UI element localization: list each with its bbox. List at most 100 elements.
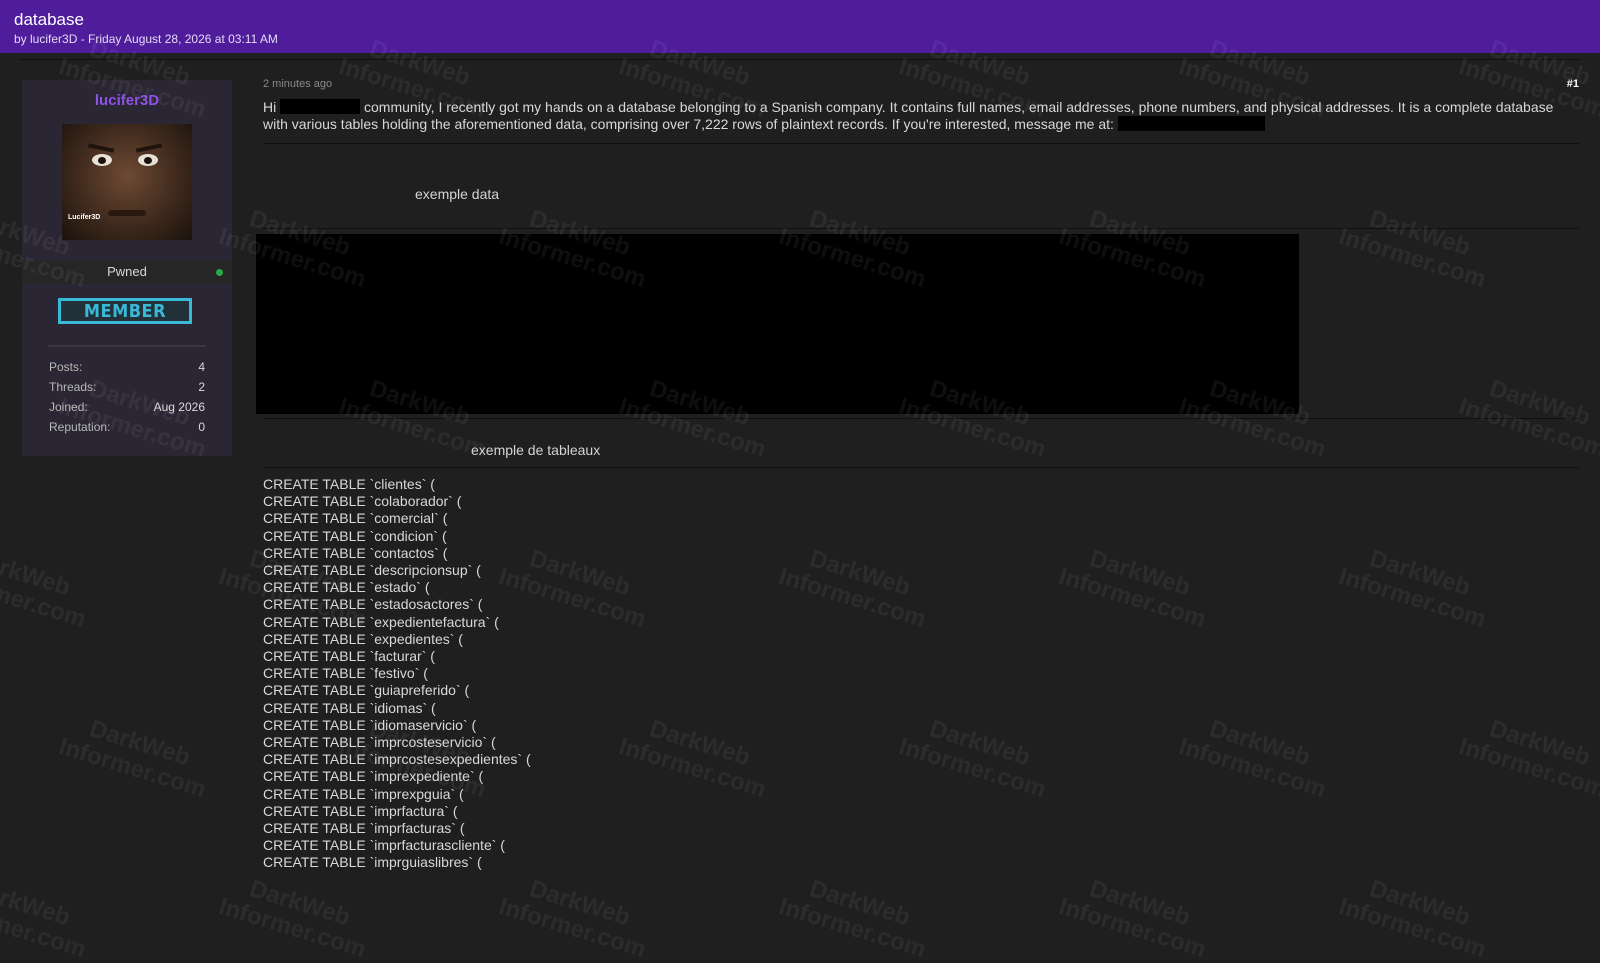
watermark-text: DarkWebInformer.com — [1336, 539, 1497, 633]
online-status-icon — [216, 269, 223, 276]
divider — [263, 143, 1579, 144]
watermark-line: Informer.com — [1455, 392, 1600, 464]
watermark-line: Informer.com — [1175, 732, 1330, 804]
watermark-line: Informer.com — [615, 732, 770, 804]
divider — [263, 228, 1579, 229]
stat-label: Reputation: — [49, 420, 111, 434]
header-divider — [20, 59, 1580, 60]
create-table-line: CREATE TABLE `expedientefactura` ( — [263, 613, 499, 630]
stat-value[interactable]: 4 — [198, 360, 205, 380]
avatar-detail — [92, 154, 112, 166]
create-table-line: CREATE TABLE `clientes` ( — [263, 476, 435, 492]
create-table-list: CREATE TABLE `clientes` ( CREATE TABLE `c… — [263, 476, 531, 872]
redacted-image — [256, 234, 1299, 414]
create-table-line: CREATE TABLE `expedientes` ( — [263, 630, 463, 647]
avatar-detail — [87, 143, 115, 153]
watermark-text: DarkWebInformer.com — [1456, 369, 1600, 463]
rank-row: Pwned — [22, 260, 232, 284]
stat-label: Joined: — [49, 400, 88, 414]
create-table-line: CREATE TABLE `imprexpediente` ( — [263, 768, 484, 785]
watermark-line: DarkWeb — [646, 715, 754, 772]
thread-header: database by lucifer3D - Friday August 28… — [0, 0, 1600, 53]
create-table-line: CREATE TABLE `guiapreferido` ( — [263, 682, 470, 699]
divider — [263, 467, 1579, 468]
watermark-line: DarkWeb — [1086, 875, 1194, 932]
watermark-line: Informer.com — [1055, 892, 1210, 963]
watermark-text: DarkWebInformer.com — [1336, 869, 1497, 963]
watermark-line: DarkWeb — [1486, 715, 1594, 772]
create-table-line: CREATE TABLE `imprfactura` ( — [263, 802, 458, 819]
watermark-text: DarkWebInformer.com — [616, 709, 777, 803]
watermark-text: DarkWebInformer.com — [1176, 709, 1337, 803]
create-table-line: CREATE TABLE `imprcosteservicio` ( — [263, 734, 496, 751]
watermark-line: Informer.com — [775, 562, 930, 634]
watermark-line: Informer.com — [0, 562, 90, 634]
watermark-text: DarkWebInformer.com — [1336, 199, 1497, 293]
stat-value[interactable]: 0 — [198, 420, 205, 440]
watermark-line: DarkWeb — [806, 545, 914, 602]
watermark-line: DarkWeb — [1486, 375, 1594, 432]
stat-joined: Joined: Aug 2026 — [49, 400, 205, 420]
watermark-text: DarkWebInformer.com — [0, 539, 96, 633]
watermark-text: DarkWebInformer.com — [776, 869, 937, 963]
watermark-text: DarkWebInformer.com — [1056, 869, 1217, 963]
panel-divider — [48, 345, 206, 347]
stat-label: Threads: — [49, 380, 97, 394]
create-table-line: CREATE TABLE `comercial` ( — [263, 510, 448, 527]
thread-title: database — [14, 10, 84, 29]
watermark-line: Informer.com — [775, 892, 930, 963]
thread-byline: by lucifer3D - Friday August 28, 2026 at… — [14, 32, 278, 46]
stat-value[interactable]: 2 — [198, 380, 205, 400]
stat-label: Posts: — [49, 360, 83, 374]
watermark-text: DarkWebInformer.com — [776, 539, 937, 633]
watermark-line: DarkWeb — [246, 875, 354, 932]
user-stats: Posts: 4 Threads: 2 Joined: Aug 2026 Rep… — [49, 360, 205, 440]
create-table-line: CREATE TABLE `idiomas` ( — [263, 699, 436, 716]
sample-data-label: exemple data — [415, 186, 500, 202]
create-table-line: CREATE TABLE `estadosactores` ( — [263, 596, 483, 613]
watermark-line: Informer.com — [1055, 562, 1210, 634]
create-table-line: CREATE TABLE `festivo` ( — [263, 665, 428, 682]
watermark-line: Informer.com — [1455, 732, 1600, 804]
avatar-detail — [108, 210, 146, 216]
stat-reputation: Reputation: 0 — [49, 420, 205, 440]
watermark-line: Informer.com — [1335, 222, 1490, 294]
create-table-line: CREATE TABLE `condicion` ( — [263, 527, 447, 544]
avatar-caption: Lucifer3D — [68, 214, 101, 221]
create-table-line: CREATE TABLE `imprfacturas` ( — [263, 820, 465, 837]
post-main-text: community, I recently got my hands on a … — [263, 99, 1554, 132]
watermark-text: DarkWebInformer.com — [496, 869, 657, 963]
stat-threads: Threads: 2 — [49, 380, 205, 400]
watermark-line: DarkWeb — [0, 875, 74, 932]
user-rank: Pwned — [107, 264, 147, 279]
avatar-detail — [138, 154, 158, 166]
watermark-line: DarkWeb — [86, 715, 194, 772]
avatar[interactable]: Lucifer3D — [62, 124, 192, 240]
watermark-line: DarkWeb — [1086, 545, 1194, 602]
watermark-text: DarkWebInformer.com — [216, 869, 377, 963]
watermark-line: DarkWeb — [926, 715, 1034, 772]
create-table-line: CREATE TABLE `imprguiaslibres` ( — [263, 854, 482, 871]
watermark-line: Informer.com — [1335, 892, 1490, 963]
create-table-line: CREATE TABLE `estado` ( — [263, 579, 430, 596]
post-number-link[interactable]: #1 — [1567, 78, 1579, 90]
post-timestamp: 2 minutes ago — [263, 78, 333, 90]
watermark-text: DarkWebInformer.com — [896, 709, 1057, 803]
watermark-text: DarkWebInformer.com — [0, 869, 96, 963]
redacted-block — [1117, 116, 1265, 131]
post-body: Hi community, I recently got my hands on… — [263, 99, 1579, 133]
watermark-text: DarkWebInformer.com — [1456, 709, 1600, 803]
watermark-line: DarkWeb — [526, 875, 634, 932]
stat-posts: Posts: 4 — [49, 360, 205, 380]
watermark-line: DarkWeb — [806, 875, 914, 932]
create-table-line: CREATE TABLE `facturar` ( — [263, 648, 435, 665]
watermark-line: Informer.com — [895, 732, 1050, 804]
create-table-line: CREATE TABLE `imprfacturascliente` ( — [263, 837, 505, 854]
tables-label: exemple de tableaux — [471, 442, 601, 458]
watermark-line: Informer.com — [1335, 562, 1490, 634]
create-table-line: CREATE TABLE `imprexpguia` ( — [263, 785, 464, 802]
username-link[interactable]: lucifer3D — [22, 92, 232, 109]
create-table-line: CREATE TABLE `idiomaservicio` ( — [263, 716, 477, 733]
user-panel: lucifer3D Lucifer3D Pwned MEMBER Posts: … — [22, 80, 232, 456]
create-table-line: CREATE TABLE `imprcostesexpedientes` ( — [263, 751, 531, 768]
